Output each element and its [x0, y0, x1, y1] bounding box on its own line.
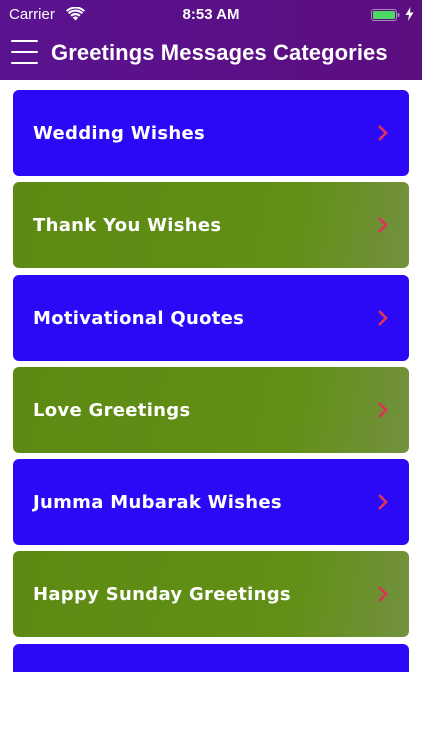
category-item-motivational-quotes[interactable]: Motivational Quotes — [13, 275, 409, 361]
menu-line — [11, 62, 38, 64]
category-label: Happy Sunday Greetings — [33, 583, 291, 605]
chevron-right-icon — [378, 494, 388, 510]
category-label: Wedding Wishes — [33, 122, 206, 144]
category-label: Thank You Wishes — [33, 214, 222, 236]
menu-line — [11, 51, 38, 53]
category-label: Jumma Mubarak Wishes — [33, 491, 282, 513]
status-time: 8:53 AM — [182, 6, 240, 23]
hamburger-menu-icon[interactable] — [11, 38, 41, 66]
page-title: Greetings Messages Categories — [51, 40, 388, 65]
category-item-thank-you-wishes[interactable]: Thank You Wishes — [13, 182, 409, 268]
chevron-right-icon — [378, 402, 388, 418]
category-label: Love Greetings — [33, 399, 191, 421]
charging-icon — [405, 7, 414, 21]
menu-line — [11, 40, 38, 42]
chevron-right-icon — [378, 217, 388, 233]
category-list[interactable]: Wedding Wishes Thank You Wishes Motivati… — [13, 90, 409, 672]
battery-icon — [371, 9, 400, 21]
category-item-happy-sunday-greetings[interactable]: Happy Sunday Greetings — [13, 551, 409, 637]
chevron-right-icon — [378, 586, 388, 602]
category-item-wedding-wishes[interactable]: Wedding Wishes — [13, 90, 409, 176]
app-header: Carrier 8:53 AM Greetings Messages Categ… — [0, 0, 422, 80]
category-label: Motivational Quotes — [33, 307, 245, 329]
chevron-right-icon — [378, 125, 388, 141]
status-bar: Carrier 8:53 AM — [0, 0, 422, 30]
category-item-partial[interactable] — [13, 644, 409, 672]
chevron-right-icon — [378, 310, 388, 326]
category-item-jumma-mubarak-wishes[interactable]: Jumma Mubarak Wishes — [13, 459, 409, 545]
category-item-love-greetings[interactable]: Love Greetings — [13, 367, 409, 453]
